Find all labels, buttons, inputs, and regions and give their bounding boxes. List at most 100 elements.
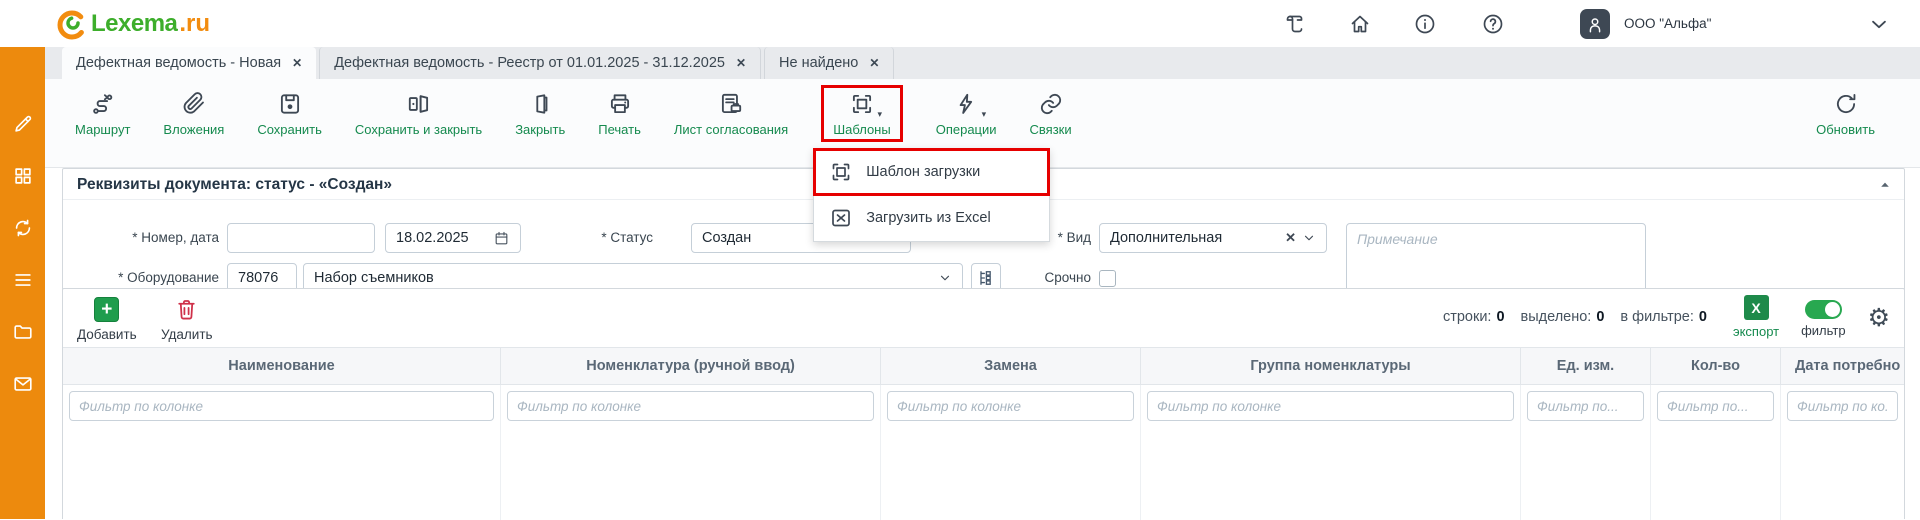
grid-stats: строки:0 выделено:0 в фильтре:0 [1443,309,1707,325]
export-excel-button[interactable]: X экспорт [1733,295,1779,339]
save-and-close-button[interactable]: Сохранить и закрыть [355,91,482,137]
clear-icon[interactable]: ✕ [1285,230,1296,246]
column-filter-input[interactable] [1787,391,1898,421]
top-bar: Lexema.ru ООО "Альфа" [0,0,1920,47]
edit-pencil-icon[interactable] [12,113,34,135]
close-label: Закрыть [515,122,565,137]
route-label: Маршрут [75,122,130,137]
route-button[interactable]: Маршрут [75,91,130,137]
column-header-need-date[interactable]: Дата потребно [1781,348,1904,384]
tab-defect-sheet-registry[interactable]: Дефектная ведомость - Реестр от 01.01.20… [319,47,761,79]
filter-cell [1521,385,1651,520]
door-close-icon [527,91,553,117]
urgent-checkbox[interactable] [1099,270,1116,287]
user-avatar[interactable] [1580,9,1610,39]
close-tab-icon[interactable]: ✕ [292,56,302,70]
menu-item-load-from-excel[interactable]: Загрузить из Excel [814,195,1049,241]
chevron-down-icon[interactable] [1868,13,1890,35]
tab-defect-sheet-new[interactable]: Дефектная ведомость - Новая ✕ [62,47,316,79]
chain-link-icon [1038,91,1064,117]
document-toolbar: Маршрут Вложения Сохранить Сохранить и з… [45,79,1920,168]
export-label: экспорт [1733,324,1779,339]
column-header-nomenclature[interactable]: Номенклатура (ручной ввод) [501,348,881,384]
operations-button[interactable]: ▾ Операции [936,91,997,137]
company-name: ООО "Альфа" [1624,16,1711,31]
templates-highlight-box: ▾ Шаблоны Шаблон загрузки Загрузить из E… [821,85,903,142]
home-icon[interactable] [1348,12,1372,36]
close-tab-icon[interactable]: ✕ [736,56,746,70]
document-tabs-bar: Дефектная ведомость - Новая ✕ Дефектная … [45,47,1920,79]
templates-icon: ▾ [849,91,875,117]
save-and-close-icon [406,91,432,117]
mail-icon[interactable] [12,373,34,395]
close-button[interactable]: Закрыть [515,91,565,137]
filter-cell [1141,385,1521,520]
logo-suffix: .ru [179,10,210,38]
column-header-unit[interactable]: Ед. изм. [1521,348,1651,384]
dashboard-grid-icon[interactable] [12,165,34,187]
templates-dropdown-menu: Шаблон загрузки Загрузить из Excel [813,148,1050,242]
selected-count: выделено:0 [1521,309,1605,325]
number-input[interactable] [227,223,375,253]
column-filter-input[interactable] [1527,391,1644,421]
filter-cell [63,385,501,520]
filter-cell [1781,385,1904,520]
approval-sheet-icon [718,91,744,117]
help-icon[interactable] [1481,12,1505,36]
logo-text: Lexema [91,10,177,38]
filter-toggle[interactable] [1805,300,1842,319]
column-header-group[interactable]: Группа номенклатуры [1141,348,1521,384]
lexema-logo[interactable]: Lexema.ru [55,7,210,41]
logo-mark-icon [55,7,89,41]
printer-icon [607,91,633,117]
column-filter-input[interactable] [1147,391,1514,421]
contract-icon[interactable] [1283,12,1307,36]
grid-header-row: Наименование Номенклатура (ручной ввод) … [63,347,1904,385]
delete-label: Удалить [161,327,213,342]
column-filter-input[interactable] [1657,391,1774,421]
info-icon[interactable] [1413,12,1437,36]
paperclip-icon [181,91,207,117]
column-filter-input[interactable] [69,391,494,421]
sync-icon[interactable] [12,217,34,239]
tab-label: Не найдено [779,55,858,71]
collapse-panel-icon[interactable] [1878,178,1892,192]
note-placeholder: Примечание [1357,231,1438,247]
save-button[interactable]: Сохранить [257,91,322,137]
column-filter-input[interactable] [507,391,874,421]
column-filter-input[interactable] [887,391,1134,421]
lightning-icon: ▾ [953,91,979,117]
gear-icon[interactable]: ⚙ [1868,306,1890,331]
main-area: Дефектная ведомость - Новая ✕ Дефектная … [45,47,1920,519]
approval-sheet-button[interactable]: Лист согласования [674,91,788,137]
menu-item-load-template[interactable]: Шаблон загрузки [814,149,1049,195]
links-button[interactable]: Связки [1030,91,1072,137]
chevron-down-icon [1302,231,1316,245]
print-button[interactable]: Печать [598,91,641,137]
close-tab-icon[interactable]: ✕ [869,56,879,70]
links-label: Связки [1030,122,1072,137]
templates-button[interactable]: ▾ Шаблоны [833,91,891,137]
filter-cell [1651,385,1781,520]
list-rows-icon[interactable] [12,269,34,291]
kind-combobox[interactable]: Дополнительная ✕ [1099,223,1327,253]
excel-icon [829,206,853,230]
filtered-count: в фильтре:0 [1620,309,1707,325]
tab-label: Дефектная ведомость - Новая [76,55,281,71]
save-and-close-label: Сохранить и закрыть [355,122,482,137]
tab-label: Дефектная ведомость - Реестр от 01.01.20… [334,55,725,71]
delete-row-button[interactable]: Удалить [161,297,213,342]
refresh-label: Обновить [1816,122,1875,137]
column-header-name[interactable]: Наименование [63,348,501,384]
column-header-replacement[interactable]: Замена [881,348,1141,384]
tab-not-found[interactable]: Не найдено ✕ [764,47,894,79]
save-floppy-icon [277,91,303,117]
add-label: Добавить [77,327,137,342]
filter-toggle-block[interactable]: фильтр [1801,297,1845,338]
column-header-quantity[interactable]: Кол-во [1651,348,1781,384]
attachments-button[interactable]: Вложения [163,91,224,137]
refresh-button[interactable]: Обновить [1816,91,1875,137]
grid-controls: строки:0 выделено:0 в фильтре:0 X экспор… [1443,295,1890,339]
add-row-button[interactable]: + Добавить [77,297,137,342]
folder-icon[interactable] [12,321,34,343]
